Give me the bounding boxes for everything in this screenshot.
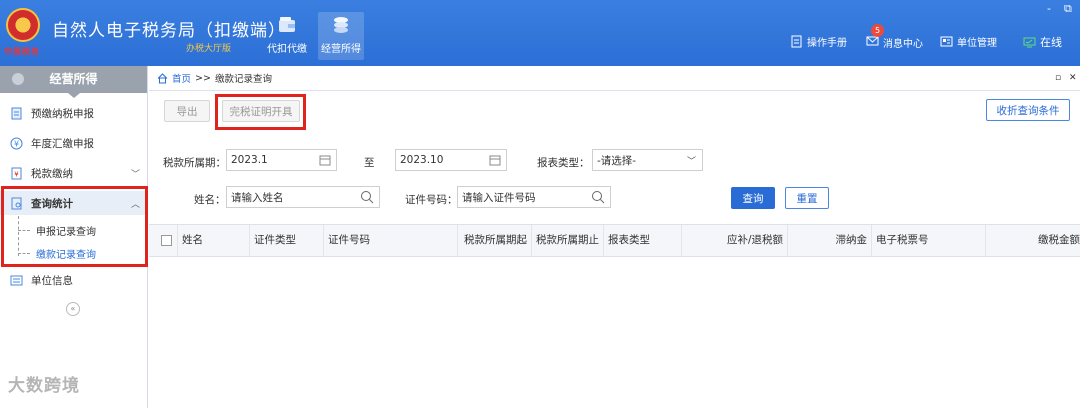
- unit-management-label: 单位管理: [957, 38, 997, 49]
- id-number-label: 证件号码：: [405, 194, 458, 206]
- coins-icon: [334, 17, 348, 33]
- column-header-report-type: 报表类型: [603, 225, 681, 256]
- invoice-icon: ¥: [11, 167, 22, 179]
- app-title: 自然人电子税务局（扣缴端）: [52, 21, 286, 41]
- tax-emblem-icon: [6, 8, 40, 42]
- chevron-down-icon: ﹀: [686, 157, 696, 167]
- table-header: 姓名 证件类型 证件号码 税款所属期起 税款所属期止 报表类型 应补/退税额 滞…: [149, 224, 1080, 257]
- calendar-icon: [319, 155, 331, 166]
- yen-circle-icon: ¥: [10, 137, 23, 149]
- watermark: 大数跨境: [8, 376, 80, 396]
- period-to-label: 至: [364, 157, 375, 169]
- org-icon: [940, 36, 953, 47]
- svg-text:¥: ¥: [14, 170, 19, 178]
- sidebar-title: 经营所得: [49, 72, 98, 86]
- search-icon[interactable]: [360, 190, 374, 204]
- main-content: 首页 >> 缴款记录查询 ▫ ✕ 导出 完税证明开具 收折查询条件 税款所属期：…: [149, 66, 1080, 408]
- home-icon: [157, 72, 168, 83]
- message-center-link[interactable]: 5 消息中心: [866, 24, 923, 50]
- column-header-id-type: 证件类型: [249, 225, 323, 256]
- tab-withholding-label: 代扣代缴: [267, 44, 307, 55]
- monitor-icon: [1023, 37, 1036, 47]
- sidebar-item-label: 预缴纳税申报: [31, 107, 94, 120]
- tab-withholding[interactable]: 代扣代缴: [264, 12, 310, 60]
- list-icon: [10, 275, 23, 285]
- message-center-label: 消息中心: [883, 38, 923, 50]
- breadcrumb-home-link[interactable]: 首页: [172, 71, 191, 85]
- name-label: 姓名：: [194, 194, 226, 206]
- column-header-id-number: 证件号码: [323, 225, 457, 256]
- app-subtitle: 办税大厅版: [186, 44, 232, 54]
- column-header-period-end: 税款所属期止: [531, 225, 603, 256]
- period-to-field[interactable]: 2023.10: [395, 149, 507, 171]
- report-type-value: -请选择-: [597, 154, 637, 167]
- sidebar-item-label: 税款缴纳: [31, 167, 73, 180]
- manual-label: 操作手册: [807, 38, 847, 49]
- sidebar-header: 经营所得: [0, 66, 147, 98]
- online-status[interactable]: 在线: [1023, 34, 1062, 50]
- report-type-label: 报表类型：: [537, 157, 590, 169]
- highlight-box-sidebar: [1, 186, 148, 267]
- export-button[interactable]: 导出: [164, 100, 210, 122]
- panel-close-button[interactable]: ✕: [1069, 73, 1077, 83]
- pointer-icon: [68, 93, 80, 98]
- highlight-box-certificate: [215, 94, 306, 130]
- period-from-value: 2023.1: [231, 154, 268, 166]
- svg-text:¥: ¥: [14, 139, 19, 148]
- sidebar-item-label: 年度汇缴申报: [31, 137, 94, 150]
- calendar-icon: [489, 155, 501, 166]
- column-header-period-start: 税款所属期起: [457, 225, 531, 256]
- online-label: 在线: [1040, 36, 1062, 49]
- period-to-value: 2023.10: [400, 154, 444, 166]
- column-header-tax-due: 应补/退税额: [681, 225, 787, 256]
- minimize-button[interactable]: -: [1047, 2, 1051, 15]
- tab-business-income[interactable]: 经营所得: [318, 12, 364, 60]
- column-header-late-fee: 滞纳金: [787, 225, 871, 256]
- collapse-query-button[interactable]: 收折查询条件: [986, 99, 1070, 121]
- emblem-text: 中国税务: [4, 47, 40, 56]
- breadcrumb: 首页 >> 缴款记录查询 ▫ ✕: [149, 66, 1080, 91]
- restore-button[interactable]: ⧉: [1064, 2, 1072, 16]
- breadcrumb-current: 缴款记录查询: [214, 74, 272, 85]
- column-header-paid-amount: 缴税金额: [985, 225, 1080, 256]
- period-label: 税款所属期：: [163, 157, 226, 169]
- unit-management-link[interactable]: 单位管理: [940, 34, 997, 49]
- query-button[interactable]: 查询: [731, 187, 775, 209]
- report-type-select[interactable]: -请选择- ﹀: [592, 149, 703, 171]
- breadcrumb-separator: >>: [195, 72, 211, 84]
- coin-icon: [12, 73, 24, 85]
- panel-restore-button[interactable]: ▫: [1055, 73, 1061, 83]
- reset-button[interactable]: 重置: [785, 187, 829, 209]
- message-badge: 5: [871, 24, 884, 37]
- chevron-down-icon: ﹀: [130, 169, 140, 180]
- app-header: 中国税务 自然人电子税务局（扣缴端） 办税大厅版 代扣代缴 经营所得 操作手册 …: [0, 0, 1080, 66]
- name-input[interactable]: 请输入姓名: [226, 186, 380, 208]
- manual-icon: [791, 35, 802, 48]
- sidebar-item-annual-settlement[interactable]: ¥ 年度汇缴申报: [0, 131, 148, 155]
- tab-business-income-label: 经营所得: [321, 44, 361, 55]
- manual-link[interactable]: 操作手册: [790, 34, 847, 49]
- id-number-input[interactable]: 请输入证件号码: [457, 186, 611, 208]
- select-all-checkbox[interactable]: [161, 235, 172, 246]
- name-placeholder: 请输入姓名: [231, 191, 284, 204]
- sidebar-item-prepaid-declaration[interactable]: 预缴纳税申报: [0, 101, 148, 125]
- search-icon[interactable]: [591, 190, 605, 204]
- wallet-icon: [279, 17, 295, 32]
- period-from-field[interactable]: 2023.1: [226, 149, 337, 171]
- sidebar-item-unit-info[interactable]: 单位信息: [0, 268, 148, 292]
- sidebar-item-label: 单位信息: [31, 274, 73, 287]
- sidebar-item-tax-payment[interactable]: ¥ 税款缴纳 ﹀: [0, 161, 148, 185]
- column-header-name: 姓名: [177, 225, 249, 256]
- id-number-placeholder: 请输入证件号码: [462, 191, 536, 204]
- collapse-sidebar-button[interactable]: «: [66, 302, 80, 316]
- column-header-e-ticket: 电子税票号: [871, 225, 985, 256]
- clipboard-icon: [11, 107, 22, 119]
